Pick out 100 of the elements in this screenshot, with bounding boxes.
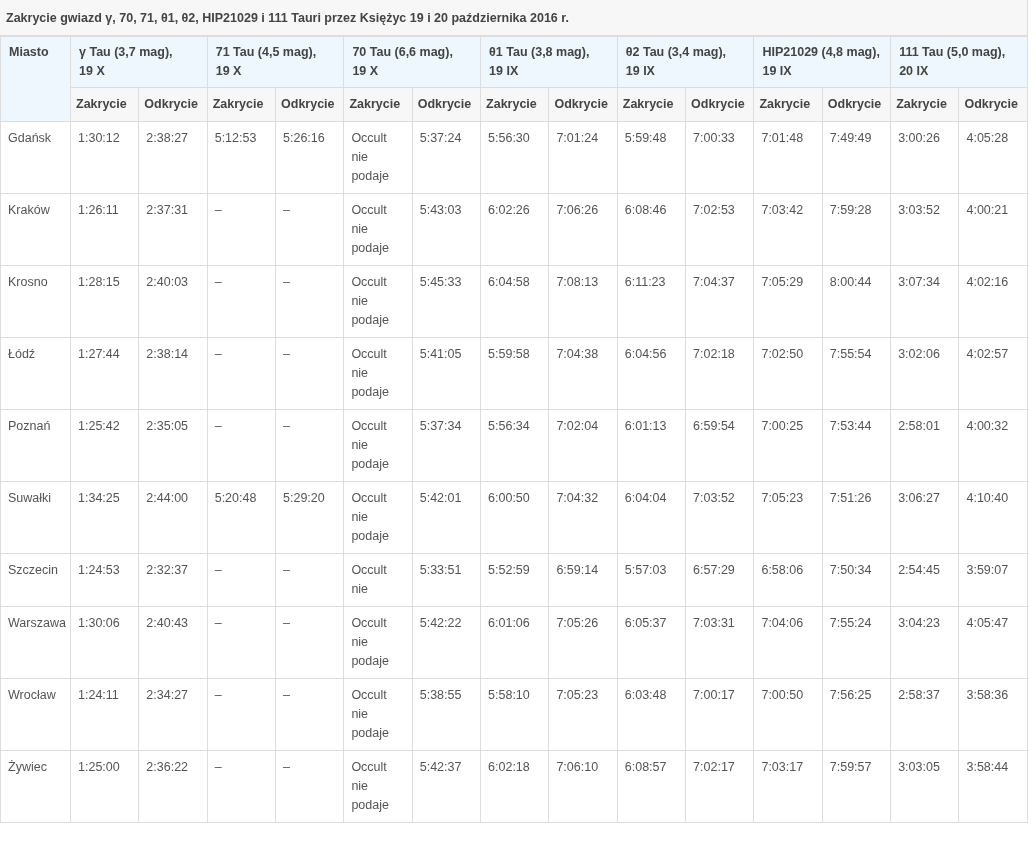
time-value: 6:04:58 <box>488 274 530 291</box>
time-value: 3:58:44 <box>966 759 1009 776</box>
time-value: 3:00:26 <box>898 130 940 147</box>
time-value: 6:08:57 <box>624 759 667 776</box>
time-value: 7:02:04 <box>556 418 599 435</box>
time-value: 7:51:26 <box>829 490 872 507</box>
time-value: 7:55:54 <box>829 346 872 363</box>
time-value: 5:59:48 <box>624 130 667 147</box>
time-value: Occult nie podaje <box>351 418 390 473</box>
time-value: 6:59:14 <box>556 562 599 579</box>
time-value: 2:44:00 <box>146 490 189 507</box>
city-name: Szczecin <box>8 562 59 579</box>
time-value: 1:30:12 <box>78 130 120 147</box>
time-value: Occult nie podaje <box>351 687 390 742</box>
time-value: – <box>214 418 222 435</box>
time-value: 5:42:37 <box>419 759 462 776</box>
column-header: θ2 Tau (3,4 mag), 19 IX <box>625 44 727 80</box>
time-value: 2:38:14 <box>146 346 189 363</box>
column-subheader: Zakrycie <box>896 96 947 113</box>
city-name: Żywiec <box>8 759 47 776</box>
time-value: 7:05:26 <box>556 615 599 632</box>
time-value: 7:01:48 <box>761 130 804 147</box>
time-value: 7:03:31 <box>693 615 735 632</box>
time-value: 1:25:00 <box>78 759 120 776</box>
time-value: 7:06:26 <box>556 202 599 219</box>
time-value: 7:55:24 <box>829 615 872 632</box>
time-value: 4:10:40 <box>966 490 1009 507</box>
time-value: 6:08:46 <box>624 202 667 219</box>
column-subheader: Odkrycie <box>827 96 882 113</box>
time-value: 5:57:03 <box>624 562 667 579</box>
time-value: 7:50:34 <box>829 562 872 579</box>
time-value: 7:02:50 <box>761 346 804 363</box>
time-value: 5:37:24 <box>419 130 462 147</box>
time-value: 7:03:52 <box>693 490 735 507</box>
time-value: 5:42:22 <box>419 615 462 632</box>
time-value: 7:00:33 <box>693 130 735 147</box>
time-value: 6:05:37 <box>624 615 667 632</box>
time-value: 3:02:06 <box>898 346 940 363</box>
time-value: 7:56:25 <box>829 687 872 704</box>
time-value: – <box>214 202 222 219</box>
time-value: 6:11:23 <box>624 274 666 291</box>
time-value: 1:24:11 <box>78 687 119 704</box>
time-value: 1:34:25 <box>78 490 120 507</box>
column-subheader: Zakrycie <box>622 96 674 113</box>
time-value: 1:27:44 <box>78 346 120 363</box>
time-value: 3:03:52 <box>898 202 940 219</box>
time-value: 5:38:55 <box>419 687 462 704</box>
column-subheader: Odkrycie <box>144 96 198 113</box>
time-value: 5:33:51 <box>419 562 462 579</box>
column-subheader: Zakrycie <box>212 96 264 113</box>
column-header: Miasto <box>9 44 49 61</box>
column-header: HIP21029 (4,8 mag), 19 IX <box>762 44 880 80</box>
column-header: 71 Tau (4,5 mag), 19 X <box>215 44 317 80</box>
time-value: 2:32:37 <box>146 562 189 579</box>
time-value: 7:04:38 <box>556 346 599 363</box>
time-value: 6:58:06 <box>761 562 804 579</box>
time-value: 7:03:17 <box>761 759 804 776</box>
time-value: 5:52:59 <box>488 562 530 579</box>
time-value: – <box>283 562 290 579</box>
time-value: 5:59:58 <box>488 346 530 363</box>
time-value: – <box>214 562 222 579</box>
time-value: 3:07:34 <box>898 274 940 291</box>
time-value: 7:04:06 <box>761 615 804 632</box>
time-value: 7:00:50 <box>761 687 804 704</box>
time-value: 7:05:23 <box>556 687 599 704</box>
city-name: Krosno <box>8 274 48 291</box>
time-value: Occult nie podaje <box>351 130 390 185</box>
time-value: Occult nie <box>351 562 388 598</box>
time-value: Occult nie podaje <box>351 274 390 329</box>
time-value: 3:59:07 <box>966 562 1009 579</box>
time-value: – <box>283 346 290 363</box>
time-value: 4:00:32 <box>966 418 1009 435</box>
city-name: Warszawa <box>8 615 66 632</box>
time-value: 5:45:33 <box>419 274 462 291</box>
time-value: 5:20:48 <box>214 490 257 507</box>
time-value: – <box>283 615 290 632</box>
time-value: 7:00:25 <box>761 418 804 435</box>
time-value: 6:02:18 <box>488 759 530 776</box>
time-value: 6:00:50 <box>488 490 530 507</box>
column-subheader: Zakrycie <box>759 96 811 113</box>
column-subheader: Odkrycie <box>417 96 472 113</box>
time-value: – <box>214 687 222 704</box>
time-value: 7:00:17 <box>693 687 735 704</box>
time-value: 3:04:23 <box>898 615 940 632</box>
time-value: 7:08:13 <box>556 274 599 291</box>
city-name: Suwałki <box>8 490 52 507</box>
time-value: 5:37:34 <box>419 418 462 435</box>
time-value: 2:40:03 <box>146 274 189 291</box>
time-value: 7:04:32 <box>556 490 599 507</box>
time-value: 2:40:43 <box>146 615 189 632</box>
column-subheader: Odkrycie <box>691 96 745 113</box>
time-value: 7:49:49 <box>829 130 872 147</box>
time-value: 2:58:01 <box>898 418 940 435</box>
time-value: 1:30:06 <box>78 615 120 632</box>
time-value: 6:57:29 <box>693 562 735 579</box>
time-value: 7:02:18 <box>693 346 735 363</box>
time-value: – <box>283 759 290 776</box>
time-value: 5:42:01 <box>419 490 462 507</box>
time-value: 5:43:03 <box>419 202 462 219</box>
time-value: 6:59:54 <box>693 418 735 435</box>
